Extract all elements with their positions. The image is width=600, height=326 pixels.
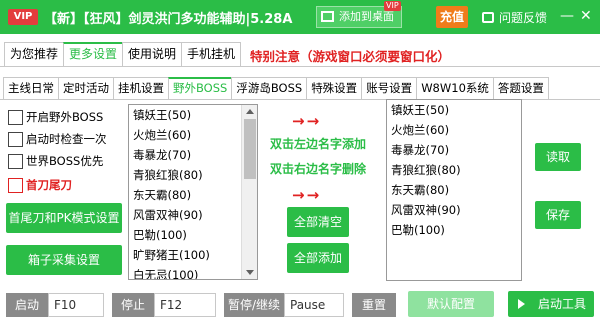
start-hotkey-input[interactable]: F10 — [48, 293, 104, 317]
add-all-button[interactable]: 全部添加 — [287, 243, 349, 273]
check-enable-field-boss[interactable]: 开启野外BOSS — [8, 109, 103, 125]
save-button[interactable]: 保存 — [535, 201, 581, 229]
list-item[interactable]: 东天霸(80) — [387, 180, 521, 200]
app-title: 【新】【狂风】剑灵洪门多功能辅助|5.28A — [44, 12, 293, 27]
main-tabs: 为您推荐 更多设置 使用说明 手机挂机 — [4, 42, 242, 66]
list-item[interactable]: 旷野猪王(100) — [129, 245, 257, 265]
list-item[interactable]: 毒暴龙(70) — [387, 140, 521, 160]
list-item[interactable]: 青狼红狼(80) — [129, 165, 257, 185]
list-item[interactable]: 风雷双神(90) — [387, 200, 521, 220]
checkbox[interactable] — [8, 153, 23, 169]
feedback-link[interactable]: 问题反馈 — [482, 9, 547, 26]
stop-hotkey-label: 停止 — [112, 293, 154, 317]
close-button[interactable]: ✕ — [580, 8, 592, 24]
tab-instructions[interactable]: 使用说明 — [122, 42, 183, 66]
remove-hint: 双击右边名字删除 — [270, 162, 367, 176]
launch-tool-button[interactable]: 启动工具 — [508, 291, 594, 317]
check-first-last-hit[interactable]: 首刀尾刀 — [8, 177, 72, 193]
checkbox[interactable] — [8, 109, 23, 125]
list-item[interactable]: 东天霸(80) — [129, 185, 257, 205]
subtab-afk-settings[interactable]: 挂机设置 — [113, 77, 169, 99]
checkbox[interactable] — [8, 177, 23, 193]
list-item[interactable]: 巴勒(100) — [387, 220, 521, 240]
scroll-up-icon[interactable] — [246, 109, 254, 114]
check-label: 首刀尾刀 — [26, 178, 72, 192]
list-item[interactable]: 火炮兰(60) — [129, 125, 257, 145]
list-item[interactable]: 镇妖王(50) — [387, 100, 521, 120]
check-label: 启动时检查一次 — [26, 132, 107, 146]
list-item[interactable]: 青狼红狼(80) — [387, 160, 521, 180]
title-bar: VIP 【新】【狂风】剑灵洪门多功能辅助|5.28A 添加到桌面 VIP 充值 … — [0, 0, 600, 34]
selected-boss-list[interactable]: 镇妖王(50) 火炮兰(60) 毒暴龙(70) 青狼红狼(80) 东天霸(80)… — [386, 99, 522, 281]
subtab-timed-events[interactable]: 定时活动 — [58, 77, 114, 99]
start-hotkey-label: 启动 — [6, 293, 48, 317]
clear-all-button[interactable]: 全部清空 — [287, 207, 349, 237]
boss-list[interactable]: 镇妖王(50) 火炮兰(60) 毒暴龙(70) 青狼红狼(80) 东天霸(80)… — [128, 104, 258, 280]
list-item[interactable]: 毒暴龙(70) — [129, 145, 257, 165]
pause-hotkey-input[interactable]: Pause — [284, 293, 344, 317]
window-mode-notice: 特别注意（游戏窗口必须要窗口化） — [250, 49, 451, 64]
vip-corner-badge: VIP — [384, 1, 401, 11]
subtab-floating-island-boss[interactable]: 浮游岛BOSS — [231, 77, 308, 99]
check-label: 开启野外BOSS — [26, 110, 104, 124]
monitor-icon — [321, 11, 334, 22]
pause-hotkey-label: 暂停/继续 — [224, 293, 284, 317]
tab-mobile-afk[interactable]: 手机挂机 — [181, 42, 242, 66]
check-world-boss-priority[interactable]: 世界BOSS优先 — [8, 153, 103, 169]
list-item[interactable]: 镇妖王(50) — [129, 105, 257, 125]
list-item[interactable]: 巴勒(100) — [129, 225, 257, 245]
launch-tool-label: 启动工具 — [538, 297, 587, 311]
list-item[interactable]: 白无忌(100) — [129, 265, 257, 279]
checkbox[interactable] — [8, 131, 23, 147]
tab-divider — [0, 66, 600, 67]
pk-mode-settings-button[interactable]: 首尾刀和PK模式设置 — [6, 203, 122, 233]
default-config-button[interactable]: 默认配置 — [408, 291, 494, 317]
tab-more-settings[interactable]: 更多设置 — [63, 42, 124, 66]
check-label: 世界BOSS优先 — [26, 154, 104, 168]
subtab-mainline-daily[interactable]: 主线日常 — [3, 77, 59, 99]
vip-badge: VIP — [8, 9, 38, 25]
feedback-label: 问题反馈 — [499, 11, 548, 25]
scroll-down-icon[interactable] — [246, 270, 254, 275]
sub-tabs: 主线日常 定时活动 挂机设置 野外BOSS 浮游岛BOSS 特殊设置 账号设置 … — [3, 77, 549, 99]
add-hint: 双击左边名字添加 — [270, 137, 367, 151]
subtab-field-boss[interactable]: 野外BOSS — [168, 77, 233, 99]
check-verify-on-start[interactable]: 启动时检查一次 — [8, 131, 107, 147]
subtab-w8w10-system[interactable]: W8W10系统 — [416, 77, 494, 99]
chat-icon — [482, 12, 494, 23]
arrow-indicator-bottom: →→ — [292, 186, 322, 204]
add-to-desktop-label: 添加到桌面 — [339, 10, 394, 23]
subtab-quiz-settings[interactable]: 答题设置 — [492, 77, 549, 99]
list-item[interactable]: 火炮兰(60) — [387, 120, 521, 140]
reset-button[interactable]: 重置 — [352, 293, 396, 317]
chest-gather-settings-button[interactable]: 箱子采集设置 — [6, 245, 122, 275]
recharge-button[interactable]: 充值 — [436, 6, 468, 28]
boss-list-scrollbar[interactable] — [241, 105, 257, 279]
subtab-special-settings[interactable]: 特殊设置 — [306, 77, 363, 99]
list-item[interactable]: 风雷双神(90) — [129, 205, 257, 225]
read-button[interactable]: 读取 — [535, 143, 581, 171]
play-icon — [518, 299, 525, 309]
stop-hotkey-input[interactable]: F12 — [154, 293, 216, 317]
scroll-thumb[interactable] — [244, 119, 256, 179]
subtab-account-settings[interactable]: 账号设置 — [361, 77, 418, 99]
tab-recommend[interactable]: 为您推荐 — [4, 42, 65, 66]
minimize-button[interactable]: — — [560, 8, 574, 24]
arrow-indicator-top: →→ — [292, 112, 322, 130]
